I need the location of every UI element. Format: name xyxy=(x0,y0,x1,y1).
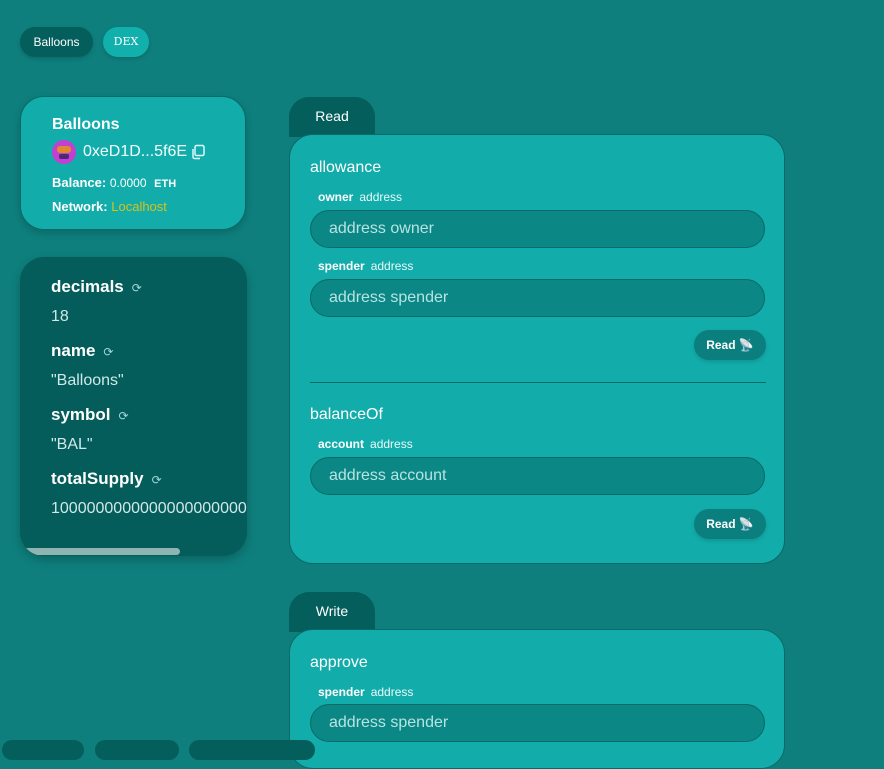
var-symbol: symbol ⟳ xyxy=(51,405,129,425)
var-totalsupply-value: 1000000000000000000000 xyxy=(51,500,247,517)
read-balanceof-button[interactable]: Read 📡 xyxy=(694,509,766,539)
refresh-icon[interactable]: ⟳ xyxy=(152,473,162,487)
var-totalsupply: totalSupply ⟳ xyxy=(51,469,162,489)
network-label: Network: xyxy=(52,199,108,214)
var-name-label: symbol xyxy=(51,405,111,424)
bottom-pill[interactable] xyxy=(189,740,315,760)
param-type: address xyxy=(370,685,414,699)
network-row: Network: Localhost xyxy=(52,199,167,214)
function-name: balanceOf xyxy=(310,406,383,423)
param-type: address xyxy=(370,437,413,451)
param-label: spender address xyxy=(318,259,413,273)
bottom-pill[interactable] xyxy=(95,740,179,760)
var-name-label: totalSupply xyxy=(51,469,144,488)
approve-spender-input[interactable]: address spender xyxy=(310,704,765,742)
divider xyxy=(310,382,766,383)
network-value: Localhost xyxy=(111,199,167,214)
var-decimals: decimals ⟳ xyxy=(51,277,142,297)
write-panel: approve spender address address spender xyxy=(289,629,785,769)
refresh-icon[interactable]: ⟳ xyxy=(103,345,113,359)
spender-input[interactable]: address spender xyxy=(310,279,765,317)
param-type: address xyxy=(370,259,414,273)
owner-input[interactable]: address owner xyxy=(310,210,765,248)
refresh-icon[interactable]: ⟳ xyxy=(132,281,142,295)
account-input[interactable]: address account xyxy=(310,457,765,495)
tab-write[interactable]: Write xyxy=(289,592,375,632)
variables-card[interactable]: decimals ⟳ 18 name ⟳ "Balloons" symbol ⟳ "B… xyxy=(20,257,247,556)
read-allowance-button[interactable]: Read 📡 xyxy=(694,330,766,360)
param-name: spender xyxy=(318,685,365,699)
tab-balloons[interactable]: Balloons xyxy=(20,27,93,57)
var-name-label: name xyxy=(51,341,96,360)
balance-value: 0.0000 xyxy=(109,176,147,190)
param-name: account xyxy=(318,437,365,451)
tab-dex[interactable]: DEX xyxy=(103,27,149,57)
function-name: allowance xyxy=(310,159,382,176)
var-name-value: "Balloons" xyxy=(51,372,124,389)
var-symbol-value: "BAL" xyxy=(51,436,93,453)
param-name: spender xyxy=(318,259,365,273)
read-panel: allowance owner address address owner spe… xyxy=(289,134,785,564)
contract-name: Balloons xyxy=(52,116,120,133)
function-name: approve xyxy=(310,654,368,671)
var-name-label: decimals xyxy=(51,277,124,296)
blockie-avatar xyxy=(52,140,76,164)
var-name: name ⟳ xyxy=(51,341,113,361)
param-type: address xyxy=(359,190,403,204)
copy-icon[interactable] xyxy=(190,144,206,160)
param-label: owner address xyxy=(318,190,402,204)
param-label: spender address xyxy=(318,685,413,699)
contract-info-card: Balloons 0xeD1D...5f6E Balance: 0.0000 E… xyxy=(20,96,246,230)
balance-label: Balance: xyxy=(52,175,107,190)
horizontal-scrollbar[interactable] xyxy=(22,548,180,555)
tab-read[interactable]: Read xyxy=(289,97,375,137)
refresh-icon[interactable]: ⟳ xyxy=(119,409,129,423)
balance-row: Balance: 0.0000 ETH xyxy=(52,175,176,190)
balance-unit: ETH xyxy=(154,178,177,190)
var-decimals-value: 18 xyxy=(51,308,69,325)
param-name: owner xyxy=(318,190,354,204)
bottom-pill[interactable] xyxy=(2,740,84,760)
contract-address[interactable]: 0xeD1D...5f6E xyxy=(83,143,187,161)
param-label: account address xyxy=(318,437,413,451)
